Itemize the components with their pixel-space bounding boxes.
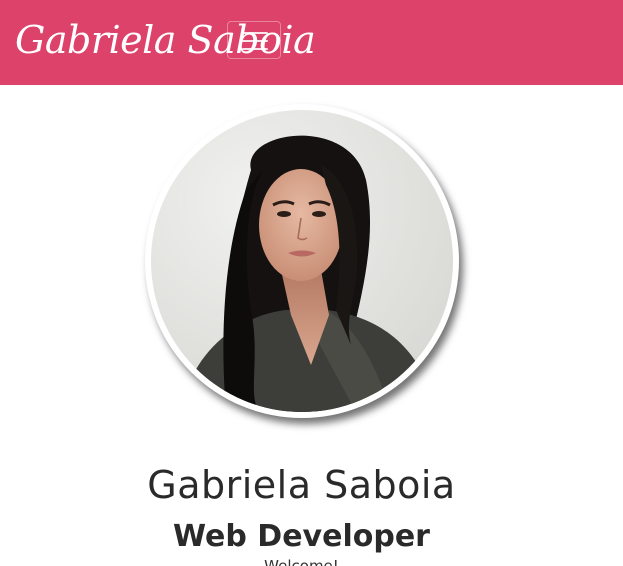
profile-name: Gabriela Saboia — [147, 463, 456, 508]
profile-title: Web Developer — [173, 518, 430, 554]
navbar-toggler-button[interactable] — [227, 21, 281, 59]
profile-photo — [151, 110, 453, 412]
welcome-text: Welcome! — [264, 557, 339, 566]
navbar: Gabriela Saboia — [0, 0, 623, 85]
profile-photo-frame — [145, 104, 459, 418]
